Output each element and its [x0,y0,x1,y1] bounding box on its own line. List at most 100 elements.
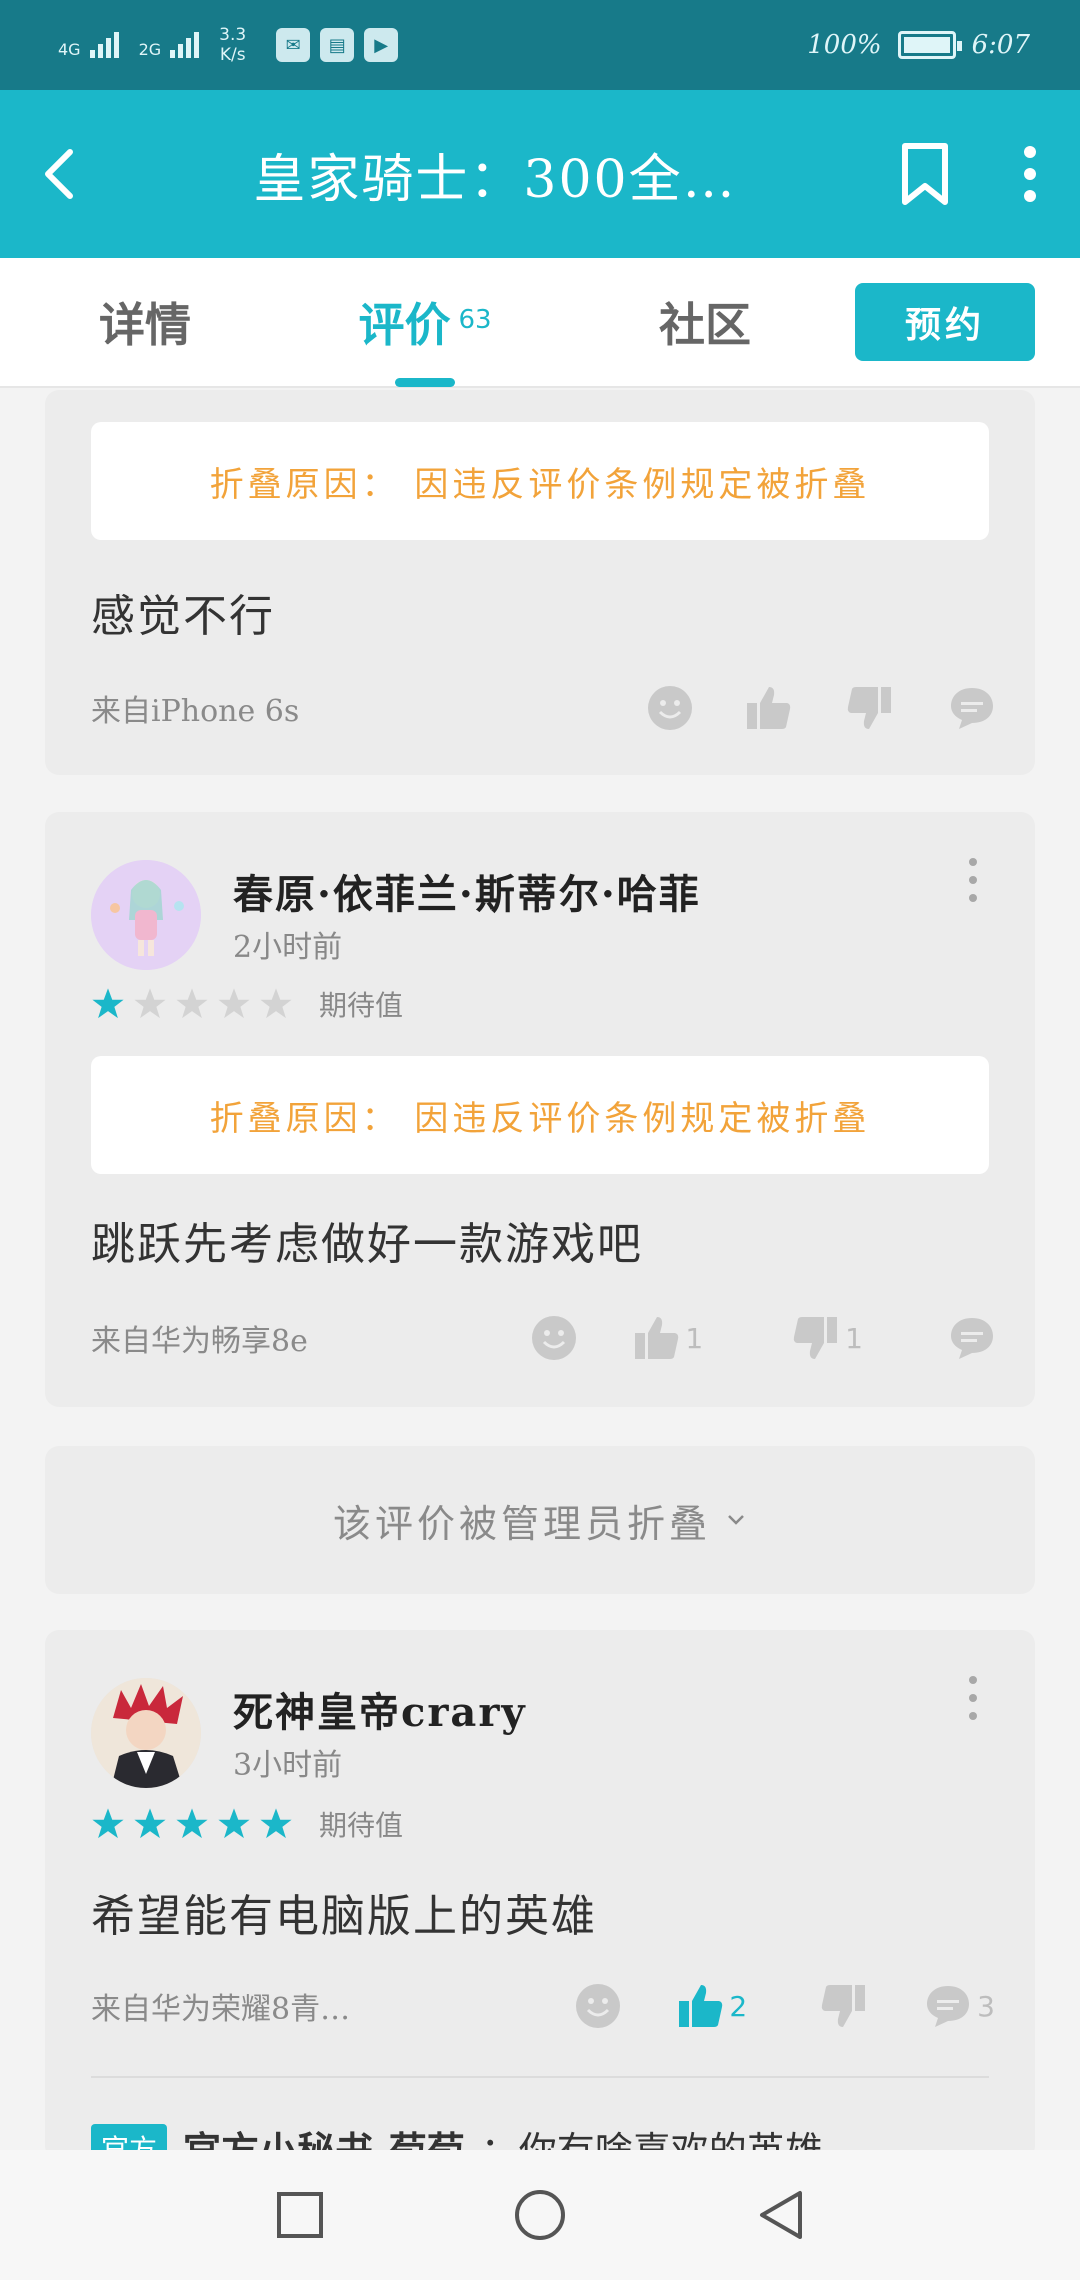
like-button[interactable] [745,685,791,731]
emoji-reaction-button[interactable] [531,1315,577,1361]
rating-label: 期待值 [319,1809,404,1842]
comment-icon [927,1986,970,2027]
tab-label: 评价 [358,298,451,352]
avatar[interactable] [91,860,201,970]
book-notification-icon: ▤ [320,28,355,62]
review-footer: 来自华为荣耀8青… 2 3 [91,1976,995,2036]
comment-icon [951,1318,993,1359]
thumbs-down-icon [821,1985,866,2027]
review-card: 折叠原因： 因违反评价条例规定被折叠 感觉不行 来自iPhone 6s [45,390,1035,775]
user-avatar-illustration-icon [91,1678,201,1788]
active-tab-indicator [395,378,455,387]
speed-value: 3.3 [219,25,247,45]
signal-label: 2G [138,40,162,59]
dislike-button[interactable] [821,1983,867,2029]
username[interactable]: 春原·依菲兰·斯蒂尔·哈菲 [233,862,701,920]
like-count: 1 [685,1321,704,1355]
dislike-count: 1 [845,1321,863,1355]
signal-2g: 2G [139,32,200,58]
bookmark-button[interactable] [870,90,980,258]
star-filled-icon [176,1808,208,1839]
tab-details[interactable]: 详情 [0,257,290,387]
smiley-icon [532,1316,577,1360]
battery-percent: 100% [807,30,882,60]
smiley-icon [576,1984,621,2028]
review-more-button[interactable] [963,1668,983,1728]
thumbs-down-icon [793,1317,838,1359]
like-button[interactable]: 1 [633,1315,703,1361]
star-filled-icon [134,1808,166,1839]
clock: 6:07 [971,30,1030,60]
comment-icon [951,688,993,729]
signal-bars-icon [89,32,119,58]
star-empty-icon [176,988,208,1019]
review-source: 来自iPhone 6s [91,694,300,729]
notification-icons: ✉ ▤ ▶ [276,28,399,62]
review-footer: 来自iPhone 6s [91,678,995,738]
smiley-icon [648,686,692,730]
thumbs-up-icon [635,1317,679,1359]
comment-button[interactable] [949,685,995,731]
back-triangle-icon[interactable] [756,2189,804,2241]
fold-notice: 折叠原因： 因违反评价条例规定被折叠 [91,422,989,540]
review-time: 3小时前 [233,1748,343,1783]
fold-notice: 折叠原因： 因违反评价条例规定被折叠 [91,1056,989,1174]
video-notification-icon: ▶ [364,28,399,62]
status-right: 100% 6:07 [807,30,1030,60]
signal-bars-icon [170,32,200,58]
comment-button[interactable] [949,1315,995,1361]
rating-stars: 期待值 [91,1804,403,1844]
status-bar: 4G 2G 3.3 K/s ✉ ▤ ▶ 100% 6:07 [0,0,1080,90]
tab-reviews[interactable]: 评价 63 [290,257,560,387]
more-menu-button[interactable] [980,90,1080,258]
review-time: 2小时前 [233,930,343,965]
network-speed: 3.3 K/s [219,25,246,65]
like-count: 2 [729,1989,748,2023]
comment-count: 3 [977,1989,995,2023]
thumbs-up-icon [747,687,791,729]
star-empty-icon [134,988,166,1019]
review-text: 感觉不行 [91,591,275,642]
divider [91,2076,989,2078]
page-title: 皇家骑士：300全… [253,149,737,210]
username[interactable]: 死神皇帝crary [233,1680,527,1738]
review-source: 来自华为荣耀8青… [91,1992,351,2027]
review-count: 63 [458,305,492,335]
recents-square-icon[interactable] [276,2191,324,2239]
review-card: 春原·依菲兰·斯蒂尔·哈菲 2小时前 期待值 折叠原因： 因违反评价条例规定被折… [45,812,1035,1407]
star-filled-icon [260,1808,292,1839]
dislike-button[interactable]: 1 [793,1315,863,1361]
collapsed-review[interactable]: 该评价被管理员折叠 [45,1446,1035,1594]
avatar[interactable] [91,1678,201,1788]
review-card: 死神皇帝crary 3小时前 期待值 希望能有电脑版上的英雄 来自华为荣耀8青…… [45,1630,1035,2160]
review-more-button[interactable] [963,850,983,910]
thumbs-down-icon [847,687,891,729]
like-button[interactable]: 2 [677,1983,747,2029]
star-filled-icon [92,988,124,1019]
app-bar: 皇家骑士：300全… [0,90,1080,258]
star-filled-icon [218,1808,250,1839]
message-notification-icon: ✉ [276,28,311,62]
star-empty-icon [260,988,292,1019]
review-text: 希望能有电脑版上的英雄 [91,1891,597,1942]
tab-bar: 详情 评价 63 社区 预约 [0,258,1080,388]
back-button[interactable] [0,90,120,258]
star-empty-icon [218,988,250,1019]
home-circle-icon[interactable] [514,2189,566,2241]
more-vertical-icon [1024,146,1036,202]
battery-icon [897,31,962,59]
bookmark-icon [902,143,948,205]
emoji-reaction-button[interactable] [647,685,693,731]
system-nav-bar [0,2150,1080,2280]
dislike-button[interactable] [847,685,893,731]
signal-4g: 4G [58,32,119,58]
tab-community[interactable]: 社区 [560,257,850,387]
emoji-reaction-button[interactable] [575,1983,621,2029]
speed-unit: K/s [219,45,246,65]
comment-button[interactable]: 3 [925,1983,995,2029]
review-source: 来自华为畅享8e [91,1324,308,1359]
reserve-button[interactable]: 预约 [855,283,1035,361]
tab-label: 详情 [99,298,191,352]
collapsed-label: 该评价被管理员折叠 [332,1501,711,1546]
rating-stars: 期待值 [91,984,403,1024]
